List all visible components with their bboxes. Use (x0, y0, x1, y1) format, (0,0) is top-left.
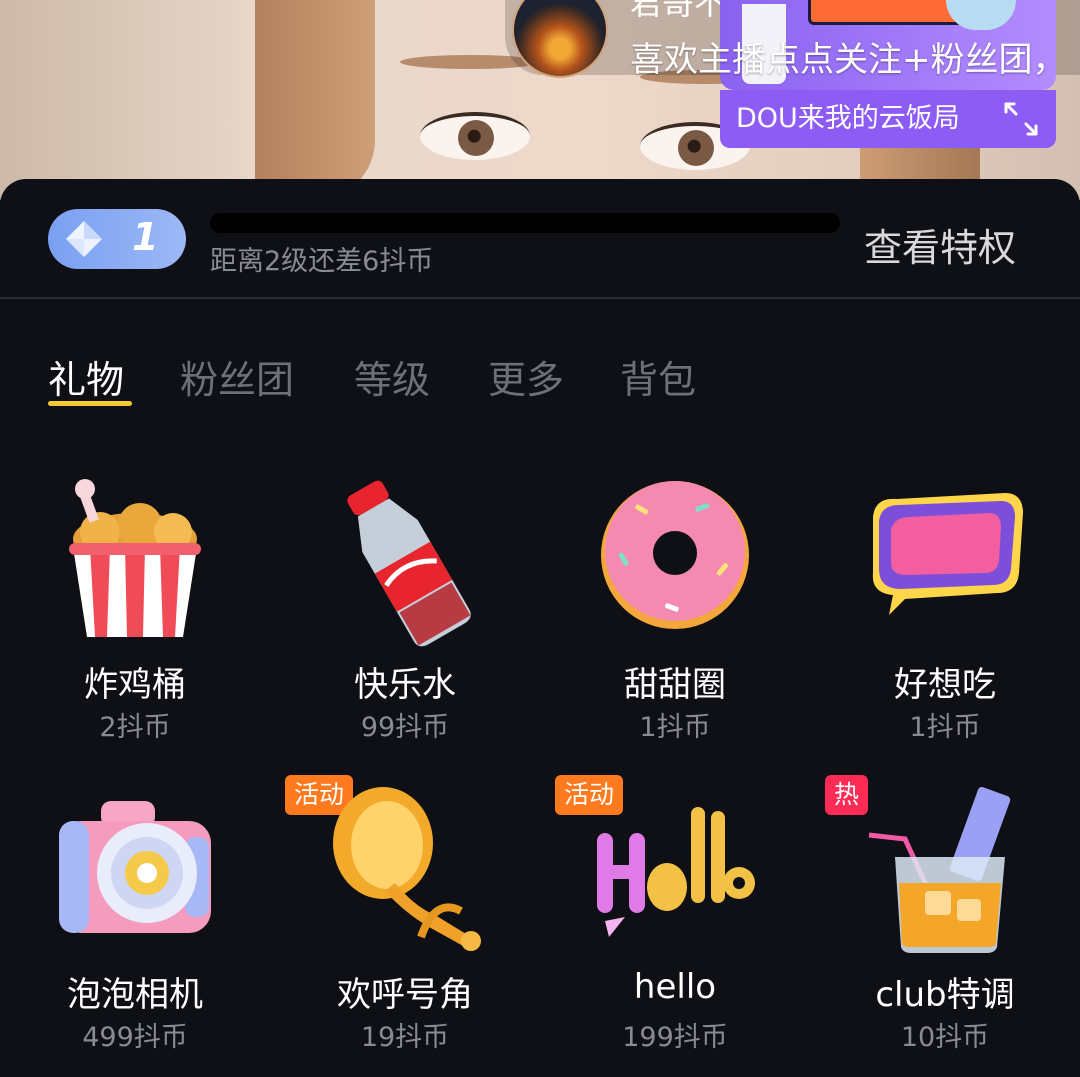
video-eye-left (420, 112, 530, 160)
divider (0, 297, 1080, 299)
gift-price: 1抖币 (639, 712, 711, 743)
tab-backpack[interactable]: 背包 (620, 349, 696, 404)
gift-item-fried-chicken[interactable]: 炸鸡桶 2抖币 (0, 477, 270, 767)
follow-prompt-text: 喜欢主播点点关注+粉丝团， (630, 40, 1067, 80)
gift-name: 泡泡相机 (67, 975, 203, 1015)
gift-price: 10抖币 (900, 1022, 990, 1053)
video-hair-left (255, 0, 375, 200)
event-banner-art-cloud (946, 0, 1016, 30)
fried-chicken-bucket-icon (69, 479, 201, 637)
gift-price: 199抖币 (622, 1022, 728, 1053)
gift-name: club特调 (875, 975, 1015, 1015)
level-number: 1 (132, 215, 159, 259)
gift-item-trumpet[interactable]: 活动 欢呼号角 19抖币 (270, 775, 540, 1077)
hello-balloon-icon (597, 807, 755, 937)
gift-price: 99抖币 (360, 712, 450, 743)
tab-level[interactable]: 等级 (354, 349, 430, 404)
diamond-icon (66, 221, 102, 257)
gift-item-bubble-camera[interactable]: 泡泡相机 499抖币 (0, 787, 270, 1077)
event-banner-text: DOU来我的云饭局 (736, 103, 960, 134)
want-to-eat-sticker-icon (872, 493, 1023, 615)
expand-icon[interactable] (1002, 100, 1040, 138)
trumpet-icon (333, 787, 481, 951)
soda-bottle-icon (347, 480, 471, 647)
view-privileges-link[interactable]: 查看特权 (864, 217, 1016, 272)
gift-item-hello[interactable]: 活动 hello 199抖币 (540, 775, 810, 1077)
gift-name: 快乐水 (354, 665, 456, 705)
donut-icon (601, 481, 749, 629)
hot-badge: 热 (825, 775, 869, 815)
gift-panel: 1 距离2级还差6抖币 查看特权 礼物 粉丝团 等级 更多 背包 炸鸡桶 2抖币 (0, 179, 1080, 1053)
gift-item-want-to-eat[interactable]: 好想吃 1抖币 (810, 477, 1080, 767)
gift-item-soda[interactable]: 快乐水 99抖币 (270, 477, 540, 767)
gift-name: 好想吃 (894, 665, 996, 705)
level-progress-bar (210, 213, 840, 233)
gift-price: 19抖币 (360, 1022, 450, 1053)
gift-name: 炸鸡桶 (84, 665, 186, 705)
tab-fan-club[interactable]: 粉丝团 (180, 349, 294, 404)
level-badge[interactable]: 1 (48, 209, 186, 269)
tab-more[interactable]: 更多 (488, 349, 564, 404)
gift-name: 甜甜圈 (624, 665, 726, 705)
gift-item-donut[interactable]: 甜甜圈 1抖币 (540, 477, 810, 767)
gift-price: 499抖币 (82, 1022, 188, 1053)
gift-item-club-cocktail[interactable]: 热 club特调 10抖币 (810, 775, 1080, 1077)
level-hint-text: 距离2级还差6抖币 (210, 246, 434, 277)
cocktail-icon (868, 787, 1011, 953)
gift-name: 欢呼号角 (337, 975, 473, 1015)
tab-gifts[interactable]: 礼物 (48, 349, 124, 404)
tab-active-indicator (48, 401, 132, 406)
gift-price: 1抖币 (909, 712, 981, 743)
gift-price: 2抖币 (99, 712, 171, 743)
bubble-camera-icon (59, 801, 211, 933)
event-banner-label[interactable]: DOU来我的云饭局 (720, 90, 1056, 148)
gift-name: hello (633, 967, 717, 1007)
